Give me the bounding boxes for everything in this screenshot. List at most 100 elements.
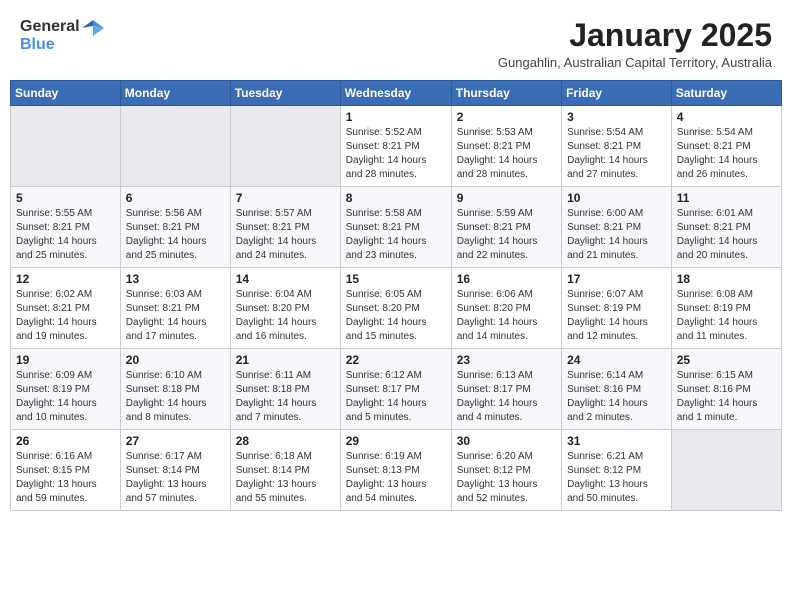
day-info: Sunrise: 6:10 AM Sunset: 8:18 PM Dayligh… (126, 369, 225, 425)
calendar-cell: 10 Sunrise: 6:00 AM Sunset: 8:21 PM Dayli… (562, 187, 672, 268)
calendar-cell: 27 Sunrise: 6:17 AM Sunset: 8:14 PM Dayli… (120, 430, 230, 511)
day-header-saturday: Saturday (671, 81, 781, 106)
day-header-thursday: Thursday (451, 81, 561, 106)
calendar-cell (671, 430, 781, 511)
calendar-week-row: 19 Sunrise: 6:09 AM Sunset: 8:19 PM Dayli… (11, 349, 782, 430)
calendar-cell: 15Sunrise: 6:05 AM Sunset: 8:20 PM Dayli… (340, 268, 451, 349)
day-info: Sunrise: 6:08 AM Sunset: 8:19 PM Dayligh… (677, 288, 776, 344)
day-number: 19 (16, 353, 115, 367)
day-info: Sunrise: 6:18 AM Sunset: 8:14 PM Dayligh… (236, 450, 335, 506)
calendar-cell: 9Sunrise: 5:59 AM Sunset: 8:21 PM Daylig… (451, 187, 561, 268)
day-info: Sunrise: 6:16 AM Sunset: 8:15 PM Dayligh… (16, 450, 115, 506)
calendar-cell: 14 Sunrise: 6:04 AM Sunset: 8:20 PM Dayli… (230, 268, 340, 349)
day-info: Sunrise: 6:20 AM Sunset: 8:12 PM Dayligh… (457, 450, 556, 506)
location-subtitle: Gungahlin, Australian Capital Territory,… (498, 55, 772, 70)
calendar-cell: 29Sunrise: 6:19 AM Sunset: 8:13 PM Dayli… (340, 430, 451, 511)
calendar-cell (120, 106, 230, 187)
day-header-tuesday: Tuesday (230, 81, 340, 106)
logo-bird-icon (82, 18, 104, 36)
day-info: Sunrise: 6:06 AM Sunset: 8:20 PM Dayligh… (457, 288, 556, 344)
calendar-cell: 21 Sunrise: 6:11 AM Sunset: 8:18 PM Dayli… (230, 349, 340, 430)
day-number: 24 (567, 353, 666, 367)
day-number: 11 (677, 191, 776, 205)
calendar-week-row: 26 Sunrise: 6:16 AM Sunset: 8:15 PM Dayli… (11, 430, 782, 511)
day-number: 22 (346, 353, 446, 367)
calendar-cell: 24 Sunrise: 6:14 AM Sunset: 8:16 PM Dayli… (562, 349, 672, 430)
calendar-cell: 19 Sunrise: 6:09 AM Sunset: 8:19 PM Dayli… (11, 349, 121, 430)
day-info: Sunrise: 6:04 AM Sunset: 8:20 PM Dayligh… (236, 288, 335, 344)
day-info: Sunrise: 5:58 AM Sunset: 8:21 PM Dayligh… (346, 207, 446, 263)
day-number: 10 (567, 191, 666, 205)
calendar-week-row: 1 Sunrise: 5:52 AM Sunset: 8:21 PM Daylig… (11, 106, 782, 187)
calendar-cell: 30 Sunrise: 6:20 AM Sunset: 8:12 PM Dayli… (451, 430, 561, 511)
logo-blue: Blue (20, 36, 55, 53)
day-info: Sunrise: 6:15 AM Sunset: 8:16 PM Dayligh… (677, 369, 776, 425)
calendar-cell: 22 Sunrise: 6:12 AM Sunset: 8:17 PM Dayli… (340, 349, 451, 430)
day-number: 21 (236, 353, 335, 367)
day-info: Sunrise: 5:52 AM Sunset: 8:21 PM Dayligh… (346, 126, 446, 182)
day-number: 9 (457, 191, 556, 205)
day-info: Sunrise: 6:17 AM Sunset: 8:14 PM Dayligh… (126, 450, 225, 506)
day-header-friday: Friday (562, 81, 672, 106)
calendar-cell: 31 Sunrise: 6:21 AM Sunset: 8:12 PM Dayli… (562, 430, 672, 511)
page-header: General Blue January 2025 Gungahlin, Aus… (10, 10, 782, 74)
calendar-cell (230, 106, 340, 187)
day-number: 20 (126, 353, 225, 367)
title-block: January 2025 Gungahlin, Australian Capit… (498, 18, 772, 70)
calendar-cell: 26 Sunrise: 6:16 AM Sunset: 8:15 PM Dayli… (11, 430, 121, 511)
day-info: Sunrise: 6:02 AM Sunset: 8:21 PM Dayligh… (16, 288, 115, 344)
day-number: 12 (16, 272, 115, 286)
day-number: 26 (16, 434, 115, 448)
logo: General Blue (20, 18, 104, 54)
day-info: Sunrise: 6:00 AM Sunset: 8:21 PM Dayligh… (567, 207, 666, 263)
day-info: Sunrise: 6:03 AM Sunset: 8:21 PM Dayligh… (126, 288, 225, 344)
day-number: 28 (236, 434, 335, 448)
calendar-cell: 20 Sunrise: 6:10 AM Sunset: 8:18 PM Dayli… (120, 349, 230, 430)
day-number: 7 (236, 191, 335, 205)
day-header-monday: Monday (120, 81, 230, 106)
day-number: 16 (457, 272, 556, 286)
calendar-cell: 1 Sunrise: 5:52 AM Sunset: 8:21 PM Daylig… (340, 106, 451, 187)
day-info: Sunrise: 6:11 AM Sunset: 8:18 PM Dayligh… (236, 369, 335, 425)
day-number: 13 (126, 272, 225, 286)
calendar-cell: 25Sunrise: 6:15 AM Sunset: 8:16 PM Dayli… (671, 349, 781, 430)
day-info: Sunrise: 5:56 AM Sunset: 8:21 PM Dayligh… (126, 207, 225, 263)
day-info: Sunrise: 6:01 AM Sunset: 8:21 PM Dayligh… (677, 207, 776, 263)
day-number: 8 (346, 191, 446, 205)
calendar-table: SundayMondayTuesdayWednesdayThursdayFrid… (10, 80, 782, 511)
calendar-cell: 17 Sunrise: 6:07 AM Sunset: 8:19 PM Dayli… (562, 268, 672, 349)
day-info: Sunrise: 6:07 AM Sunset: 8:19 PM Dayligh… (567, 288, 666, 344)
calendar-cell: 4Sunrise: 5:54 AM Sunset: 8:21 PM Daylig… (671, 106, 781, 187)
day-info: Sunrise: 6:09 AM Sunset: 8:19 PM Dayligh… (16, 369, 115, 425)
calendar-cell: 11 Sunrise: 6:01 AM Sunset: 8:21 PM Dayli… (671, 187, 781, 268)
calendar-cell: 2Sunrise: 5:53 AM Sunset: 8:21 PM Daylig… (451, 106, 561, 187)
calendar-cell: 18 Sunrise: 6:08 AM Sunset: 8:19 PM Dayli… (671, 268, 781, 349)
day-info: Sunrise: 6:21 AM Sunset: 8:12 PM Dayligh… (567, 450, 666, 506)
day-header-sunday: Sunday (11, 81, 121, 106)
day-info: Sunrise: 6:12 AM Sunset: 8:17 PM Dayligh… (346, 369, 446, 425)
day-number: 17 (567, 272, 666, 286)
day-info: Sunrise: 6:14 AM Sunset: 8:16 PM Dayligh… (567, 369, 666, 425)
calendar-cell: 12 Sunrise: 6:02 AM Sunset: 8:21 PM Dayli… (11, 268, 121, 349)
day-info: Sunrise: 6:05 AM Sunset: 8:20 PM Dayligh… (346, 288, 446, 344)
calendar-cell (11, 106, 121, 187)
day-number: 5 (16, 191, 115, 205)
day-number: 1 (346, 110, 446, 124)
logo-general: General (20, 18, 80, 36)
day-number: 3 (567, 110, 666, 124)
calendar-cell: 23Sunrise: 6:13 AM Sunset: 8:17 PM Dayli… (451, 349, 561, 430)
day-number: 30 (457, 434, 556, 448)
day-header-wednesday: Wednesday (340, 81, 451, 106)
day-number: 31 (567, 434, 666, 448)
day-number: 18 (677, 272, 776, 286)
calendar-header-row: SundayMondayTuesdayWednesdayThursdayFrid… (11, 81, 782, 106)
day-number: 27 (126, 434, 225, 448)
day-info: Sunrise: 5:54 AM Sunset: 8:21 PM Dayligh… (567, 126, 666, 182)
calendar-cell: 7Sunrise: 5:57 AM Sunset: 8:21 PM Daylig… (230, 187, 340, 268)
calendar-cell: 16 Sunrise: 6:06 AM Sunset: 8:20 PM Dayli… (451, 268, 561, 349)
day-number: 6 (126, 191, 225, 205)
day-number: 14 (236, 272, 335, 286)
day-info: Sunrise: 6:13 AM Sunset: 8:17 PM Dayligh… (457, 369, 556, 425)
day-number: 29 (346, 434, 446, 448)
month-title: January 2025 (498, 18, 772, 53)
